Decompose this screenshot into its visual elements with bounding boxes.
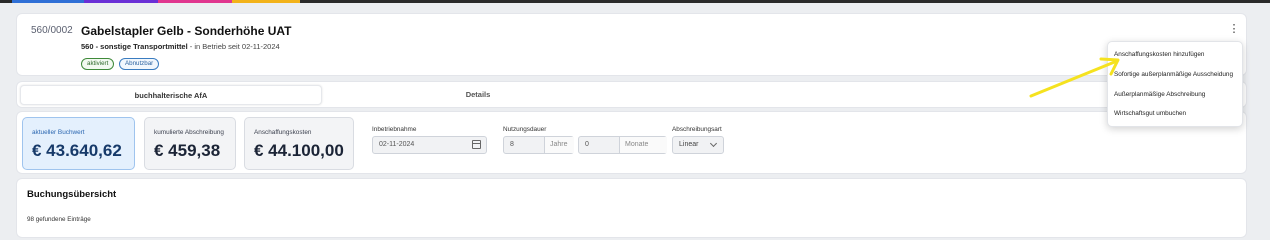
menu-item-sofortige-ausscheidung[interactable]: Sofortige außerplanmäßige Ausscheidung	[1114, 71, 1233, 78]
strip-segment-purple	[84, 0, 158, 3]
tab-buchhalterische-afa[interactable]: buchhalterische AfA	[20, 85, 322, 105]
abschreibungsart-label: Abschreibungsart	[672, 126, 722, 133]
anschaffungskosten-value: € 44.100,00	[254, 141, 344, 160]
inbetriebnahme-label: Inbetriebnahme	[372, 126, 417, 133]
asset-number: 560/0002	[31, 25, 73, 36]
anschaffungskosten-box: Anschaffungskosten € 44.100,00	[244, 117, 354, 170]
monate-unit: Monate	[619, 137, 667, 153]
kebab-menu-icon[interactable]: ⋮	[1228, 22, 1240, 36]
inbetriebnahme-field[interactable]: 02-11-2024	[372, 136, 487, 154]
actions-dropdown-menu: Anschaffungskosten hinzufügen Sofortige …	[1107, 41, 1243, 127]
jahre-value: 8	[510, 141, 514, 148]
nutzungsdauer-jahre-field[interactable]: 8 Jahre	[503, 136, 574, 154]
arrow-annotation-icon	[1029, 57, 1120, 98]
calendar-icon[interactable]	[472, 140, 481, 149]
menu-item-wirtschaftsgut-umbuchen[interactable]: Wirtschaftsgut umbuchen	[1114, 110, 1186, 117]
strip-segment-blue	[12, 0, 84, 3]
asset-title: Gabelstapler Gelb - Sonderhöhe UAT	[81, 24, 292, 38]
abschreibungsart-value: Linear	[679, 141, 699, 148]
chevron-down-icon	[709, 139, 718, 148]
strip-segment-yellow	[232, 0, 300, 3]
kumulierte-abschreibung-value: € 459,38	[154, 141, 221, 160]
menu-item-ausserplanmaessige-abschreibung[interactable]: Außerplanmäßige Abschreibung	[1114, 91, 1205, 98]
booking-overview-title: Buchungsübersicht	[27, 189, 117, 200]
kumulierte-abschreibung-label: kumulierte Abschreibung	[154, 129, 224, 136]
booking-count: 98 gefundene Einträge	[27, 216, 91, 223]
nutzungsdauer-monate-field[interactable]: 0 Monate	[578, 136, 667, 154]
strip-segment-pink	[158, 0, 232, 3]
inbetriebnahme-value: 02-11-2024	[379, 141, 415, 148]
booking-overview-card: Buchungsübersicht 98 gefundene Einträge	[16, 178, 1247, 238]
menu-item-anschaffungskosten-hinzufuegen[interactable]: Anschaffungskosten hinzufügen	[1114, 51, 1204, 58]
tab-details[interactable]: Details	[327, 85, 629, 105]
buchwert-box: aktueller Buchwert € 43.640,62	[22, 117, 135, 170]
buchwert-label: aktueller Buchwert	[32, 129, 85, 136]
monate-value: 0	[585, 141, 589, 148]
status-badge-aktiviert: aktiviert	[81, 58, 115, 70]
buchwert-value: € 43.640,62	[32, 141, 122, 160]
jahre-unit: Jahre	[544, 137, 574, 153]
values-card: aktueller Buchwert € 43.640,62 kumuliert…	[16, 111, 1247, 174]
asset-subtitle: 560 - sonstige Transportmittel - in Betr…	[81, 42, 280, 51]
abschreibungsart-select[interactable]: Linear	[672, 136, 724, 154]
asset-status-text: - in Betrieb seit 02-11-2024	[187, 42, 280, 51]
status-badge-abnutzbar: Abnutzbar	[119, 58, 160, 70]
asset-category: 560 - sonstige Transportmittel	[81, 42, 188, 51]
anschaffungskosten-label: Anschaffungskosten	[254, 129, 312, 136]
top-color-strip	[0, 0, 1270, 3]
nutzungsdauer-label: Nutzungsdauer	[503, 126, 547, 133]
kumulierte-abschreibung-box: kumulierte Abschreibung € 459,38	[144, 117, 236, 170]
